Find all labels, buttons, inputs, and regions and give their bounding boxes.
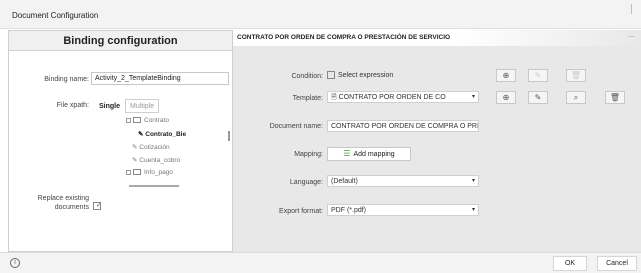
tree-node-cotizacion[interactable]: ✎ Cotización — [132, 143, 170, 151]
xpath-tree: Contrato ✎ Contrato_Bie ✎ Cotización ✎ C… — [124, 113, 234, 213]
collapse-icon[interactable] — [126, 169, 131, 175]
expression-icon — [327, 71, 335, 80]
chevron-down-icon: ▾ — [471, 94, 475, 100]
tree-node-contrato-bie[interactable]: ✎ Contrato_Bie — [138, 130, 186, 138]
add-mapping-button[interactable]: ☰ Add mapping — [327, 147, 411, 161]
title-bar: Document Configuration — [0, 0, 641, 29]
xpath-mode-tabs: Single Multiple — [94, 99, 160, 113]
condition-add-button[interactable]: ⊕ — [496, 69, 516, 82]
template-edit-button[interactable]: ✎ — [528, 91, 548, 104]
binding-name-input[interactable]: Activity_2_TemplateBinding — [91, 72, 229, 85]
language-select[interactable]: (Default) ▾ — [327, 175, 479, 187]
check-icon: ✓ — [96, 202, 102, 209]
cancel-button[interactable]: Cancel — [597, 256, 637, 271]
replace-existing-label: Replace existing documents — [37, 195, 89, 211]
tab-single[interactable]: Single — [94, 99, 126, 113]
tree-node-info-pago[interactable]: Info_pago — [126, 169, 173, 176]
export-format-label: Export format: — [279, 208, 323, 215]
tree-vertical-scrollbar[interactable] — [228, 131, 230, 141]
template-label: Template: — [292, 95, 323, 102]
document-name-label: Document name: — [269, 123, 323, 130]
window-edge-icon — [631, 4, 637, 14]
chevron-down-icon: ▾ — [471, 207, 475, 213]
binding-configuration-panel: Binding configuration Binding name: Acti… — [8, 30, 233, 252]
document-icon: 🗎 — [331, 94, 337, 101]
binding-name-label: Binding name: — [44, 76, 89, 83]
export-format-select[interactable]: PDF (*.pdf) ▾ — [327, 204, 479, 216]
chevron-down-icon: ▾ — [471, 178, 475, 184]
pencil-icon: ✎ — [132, 144, 138, 151]
document-header-title: CONTRATO POR ORDEN DE COMPRA O PRESTACIÓ… — [237, 34, 451, 41]
document-detail-panel: CONTRATO POR ORDEN DE COMPRA O PRESTACIÓ… — [233, 30, 641, 252]
condition-edit-button: ✎ — [528, 69, 548, 82]
dialog-footer: i OK Cancel — [0, 252, 641, 273]
language-label: Language: — [289, 179, 323, 186]
condition-selector[interactable]: Select expression — [327, 70, 477, 82]
tree-node-contrato[interactable]: Contrato — [126, 117, 169, 124]
condition-label: Condition: — [291, 73, 323, 80]
mapping-label: Mapping: — [294, 151, 323, 158]
tree-node-cuenta-cobro[interactable]: ✎ Cuenta_cobro — [132, 156, 180, 164]
template-add-button[interactable]: ⊕ — [496, 91, 516, 104]
close-icon[interactable]: — — [628, 33, 635, 40]
folder-icon — [133, 169, 141, 176]
pencil-icon: ✎ — [132, 157, 138, 164]
folder-icon — [133, 117, 141, 124]
replace-existing-checkbox[interactable]: ✓ — [93, 202, 102, 210]
template-select[interactable]: 🗎 CONTRATO POR ORDEN DE CO ▾ — [327, 91, 479, 103]
template-delete-button[interactable]: 🗑 — [605, 91, 625, 104]
file-xpath-label: File xpath: — [56, 102, 89, 109]
tab-multiple[interactable]: Multiple — [125, 99, 160, 113]
template-search-button[interactable]: ⌕ — [566, 91, 586, 104]
mapping-icon: ☰ — [343, 149, 351, 158]
condition-delete-button: 🗑 — [566, 69, 586, 82]
collapse-icon[interactable] — [126, 117, 131, 123]
window-title: Document Configuration — [12, 11, 99, 20]
document-header: CONTRATO POR ORDEN DE COMPRA O PRESTACIÓ… — [233, 30, 641, 46]
panel-heading: Binding configuration — [9, 31, 232, 51]
info-icon[interactable]: i — [10, 258, 20, 268]
ok-button[interactable]: OK — [553, 256, 587, 271]
tree-horizontal-scrollbar[interactable] — [129, 185, 179, 187]
document-name-input[interactable]: CONTRATO POR ORDEN DE COMPRA O PRI — [327, 120, 479, 132]
pencil-icon: ✎ — [138, 131, 144, 138]
